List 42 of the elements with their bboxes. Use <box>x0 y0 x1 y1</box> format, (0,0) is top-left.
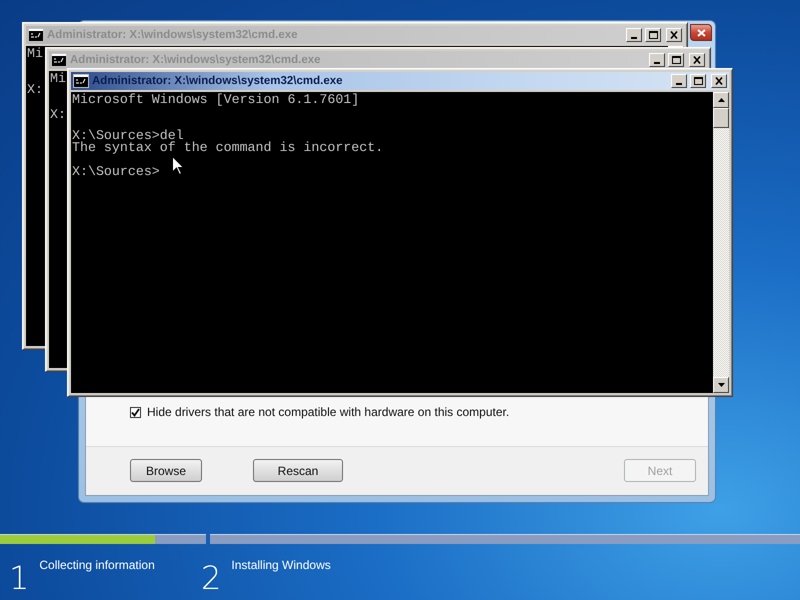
close-icon <box>696 28 706 36</box>
checkbox-label: Hide drivers that are not compatible with hardware on this computer. <box>147 405 510 419</box>
console-line: Mi <box>27 48 43 60</box>
console-icon <box>73 74 89 88</box>
maximize-icon <box>671 55 681 65</box>
close-icon <box>714 76 724 86</box>
scroll-thumb[interactable] <box>713 108 729 128</box>
close-icon <box>669 30 679 40</box>
mouse-pointer-icon <box>172 156 184 175</box>
console-line: The syntax of the command is incorrect. <box>72 142 384 154</box>
checkbox[interactable] <box>130 406 141 418</box>
close-icon <box>692 55 702 65</box>
minimize-icon <box>631 37 637 39</box>
console-icon <box>51 53 67 67</box>
window-title: Administrator: X:\windows\system32\cmd.exe <box>92 75 344 87</box>
scrollbar[interactable] <box>713 92 729 393</box>
console-line: X:\Sources> <box>72 166 160 178</box>
close-button[interactable] <box>690 24 712 41</box>
scroll-down-icon <box>718 383 724 387</box>
console-line: Microsoft Windows [Version 6.1.7601] <box>72 94 360 106</box>
step-label: Installing Windows <box>231 558 331 572</box>
step-number: 1 <box>9 560 30 596</box>
minimize-icon <box>676 83 682 85</box>
console-line: X: <box>27 84 43 96</box>
step-label: Collecting information <box>39 558 155 572</box>
maximize-button[interactable] <box>690 74 706 88</box>
step-number: 2 <box>201 560 222 596</box>
dialog-button[interactable]: Browse <box>130 459 202 482</box>
console-line: X: <box>50 109 66 121</box>
dialog-button[interactable]: Rescan <box>253 459 343 482</box>
maximize-button[interactable] <box>645 28 661 42</box>
console-line: Mi <box>50 73 66 85</box>
maximize-button[interactable] <box>668 53 684 67</box>
minimize-button[interactable] <box>649 53 665 67</box>
minimize-icon <box>654 62 660 64</box>
console-line: X:\Sources>del <box>72 130 184 142</box>
console-icon <box>28 28 44 42</box>
scroll-up-icon <box>718 98 724 102</box>
maximize-icon <box>648 30 658 40</box>
minimize-button[interactable] <box>671 74 687 88</box>
maximize-icon <box>693 76 703 86</box>
minimize-button[interactable] <box>626 28 642 42</box>
